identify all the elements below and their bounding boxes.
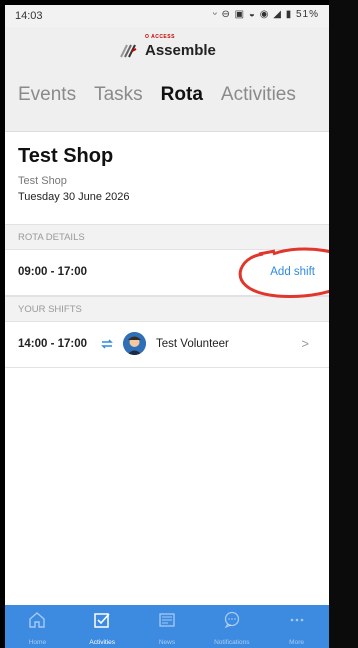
tab-tasks[interactable]: Tasks (94, 84, 143, 106)
nav-news-label: News (158, 639, 176, 646)
nav-news[interactable]: News (135, 605, 200, 648)
chevron-right-icon[interactable]: > (301, 336, 309, 351)
shift-time: 14:00 - 17:00 (18, 338, 88, 350)
rota-details-header: ROTA DETAILS (5, 224, 329, 250)
nav-more[interactable]: More (264, 605, 329, 648)
nav-more-label: More (289, 639, 304, 646)
page-title: Test Shop (18, 145, 114, 167)
nav-activities[interactable]: Activities (70, 605, 135, 648)
header-divider (5, 131, 329, 132)
home-icon (29, 612, 46, 628)
checkbox-icon (94, 613, 110, 628)
volunteer-name: Test Volunteer (156, 338, 229, 350)
right-border (329, 0, 358, 648)
nav-notifications-label: Notifications (214, 639, 250, 646)
status-time: 14:03 (15, 10, 43, 22)
news-icon (159, 613, 175, 627)
shift-row[interactable]: 14:00 - 17:00 Test Volunteer > (5, 322, 329, 368)
avatar (123, 332, 146, 355)
app-header: O ACCESS Assemble Events Tasks Rota Acti… (5, 27, 329, 131)
add-shift-button[interactable]: Add shift (270, 266, 315, 278)
status-icon-glyphs: ᵕ ⊖ ▣ ◒ ◉ ◢ ▮ (212, 9, 293, 20)
brand-logo: O ACCESS Assemble (119, 34, 216, 59)
tab-rota[interactable]: Rota (161, 84, 203, 106)
nav-activities-label: Activities (89, 639, 116, 646)
swap-icon[interactable] (100, 337, 114, 351)
your-shifts-header: YOUR SHIFTS (5, 296, 329, 322)
more-dots-icon (290, 618, 303, 622)
tab-events[interactable]: Events (18, 84, 76, 106)
rota-time: 09:00 - 17:00 (18, 266, 88, 278)
brand-small-text: O ACCESS (145, 33, 175, 40)
tab-activities[interactable]: Activities (221, 84, 296, 106)
bottom-nav: Home Activities News Notifications More (5, 605, 329, 648)
tab-bar: Events Tasks Rota Activities (18, 84, 296, 106)
phone-screen: 14:03 ᵕ ⊖ ▣ ◒ ◉ ◢ ▮ 51% O ACCESS Assembl… (5, 5, 329, 648)
nav-home[interactable]: Home (5, 605, 70, 648)
volunteer-avatar-icon (123, 332, 146, 355)
shop-info: Test Shop Test Shop Tuesday 30 June 2026 (18, 145, 130, 203)
rota-details-row: 09:00 - 17:00 Add shift (5, 250, 329, 296)
status-bar: 14:03 ᵕ ⊖ ▣ ◒ ◉ ◢ ▮ 51% (5, 5, 329, 27)
assemble-logo-icon (120, 44, 137, 58)
nav-notifications[interactable]: Notifications (199, 605, 264, 648)
brand-name: Assemble (145, 41, 216, 59)
shop-date: Tuesday 30 June 2026 (18, 191, 130, 203)
chat-bubble-icon (224, 611, 239, 629)
shop-subtitle: Test Shop (18, 175, 67, 187)
status-icons: ᵕ ⊖ ▣ ◒ ◉ ◢ ▮ 51% (213, 9, 319, 20)
battery-level: 51% (295, 9, 319, 20)
nav-home-label: Home (28, 639, 47, 646)
